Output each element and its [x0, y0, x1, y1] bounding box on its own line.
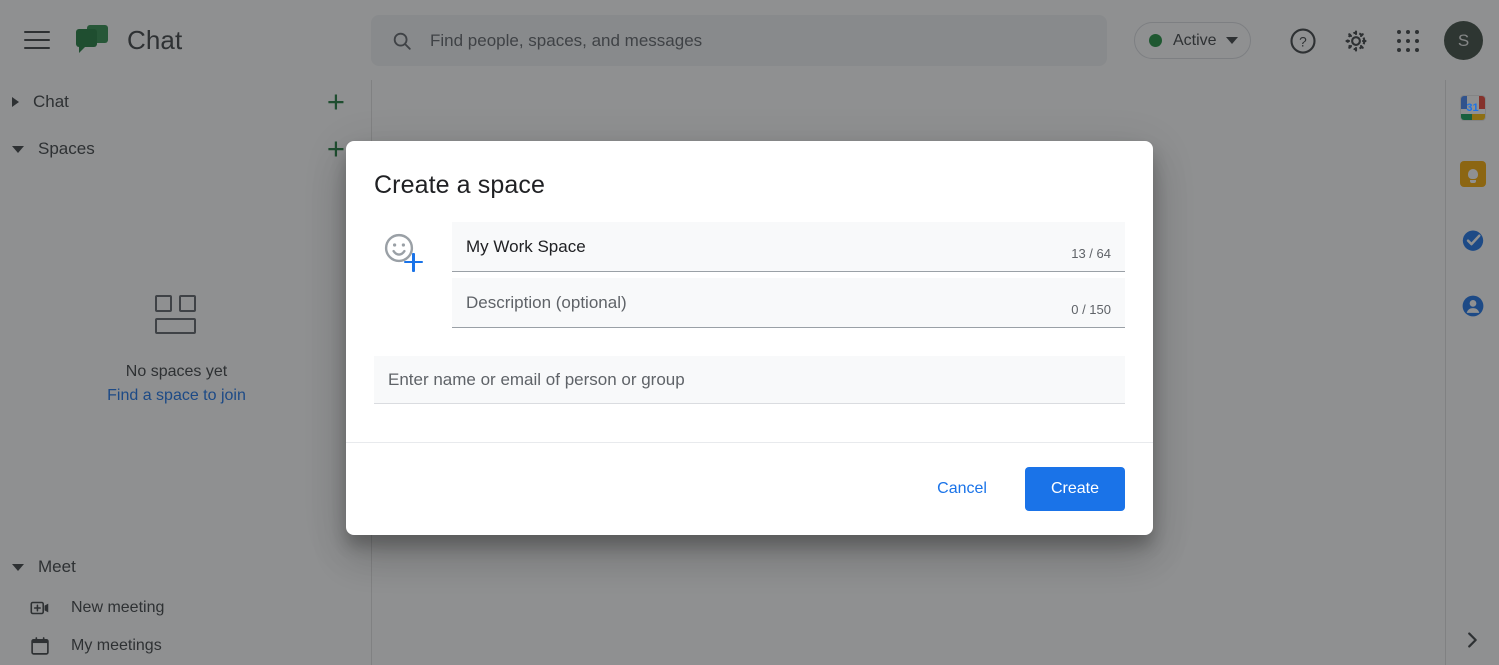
- create-space-dialog: Create a space 13 / 64: [346, 141, 1153, 535]
- dialog-fields: 13 / 64 0 / 150: [452, 222, 1125, 328]
- cancel-button[interactable]: Cancel: [921, 470, 1003, 508]
- space-description-input[interactable]: [464, 291, 1060, 314]
- dialog-body: 13 / 64 0 / 150: [346, 200, 1153, 328]
- add-members-input[interactable]: [386, 368, 1113, 391]
- add-members-row[interactable]: [374, 356, 1125, 404]
- smiley-outline-icon: [384, 233, 414, 263]
- plus-icon-vertical: [412, 252, 415, 272]
- dialog-footer: Cancel Create: [346, 442, 1153, 535]
- emoji-smiley-add-icon[interactable]: [374, 225, 432, 283]
- calendar-day-number: 31: [1466, 102, 1479, 114]
- space-name-counter: 13 / 64: [1071, 246, 1111, 261]
- create-button[interactable]: Create: [1024, 467, 1125, 511]
- chat-app-window: Chat Active ?: [0, 0, 1499, 665]
- space-description-row[interactable]: 0 / 150: [452, 278, 1125, 328]
- space-name-input[interactable]: [464, 235, 1060, 258]
- space-description-counter: 0 / 150: [1071, 302, 1111, 317]
- dialog-title: Create a space: [374, 171, 545, 199]
- space-name-row[interactable]: 13 / 64: [452, 222, 1125, 272]
